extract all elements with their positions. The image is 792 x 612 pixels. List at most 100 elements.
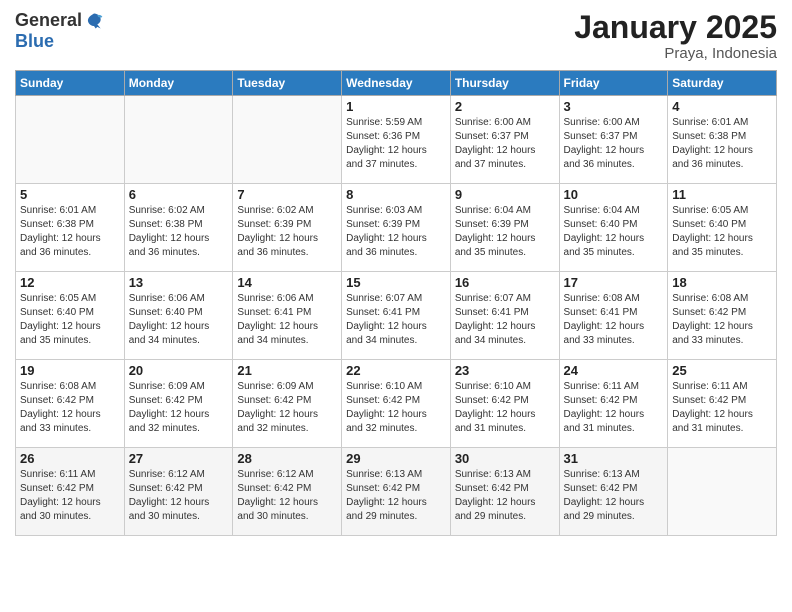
calendar-header-wednesday: Wednesday bbox=[342, 71, 451, 96]
calendar-header-sunday: Sunday bbox=[16, 71, 125, 96]
calendar-cell: 16 Sunrise: 6:07 AM Sunset: 6:41 PM Dayli… bbox=[450, 272, 559, 360]
calendar-cell: 4 Sunrise: 6:01 AM Sunset: 6:38 PM Daylig… bbox=[668, 96, 777, 184]
calendar-cell: 18 Sunrise: 6:08 AM Sunset: 6:42 PM Dayli… bbox=[668, 272, 777, 360]
calendar-cell: 28 Sunrise: 6:12 AM Sunset: 6:42 PM Dayli… bbox=[233, 448, 342, 536]
day-number: 7 bbox=[237, 187, 337, 202]
day-info: Sunrise: 6:12 AM Sunset: 6:42 PM Dayligh… bbox=[237, 468, 337, 524]
day-number: 20 bbox=[129, 363, 229, 378]
calendar-cell: 25Sunrise: 6:11 AM Sunset: 6:42 PM Dayli… bbox=[668, 360, 777, 448]
calendar-cell: 7 Sunrise: 6:02 AM Sunset: 6:39 PM Daylig… bbox=[233, 184, 342, 272]
calendar-cell: 17Sunrise: 6:08 AM Sunset: 6:41 PM Dayli… bbox=[559, 272, 668, 360]
day-number: 28 bbox=[237, 451, 337, 466]
day-info: Sunrise: 6:05 AM Sunset: 6:40 PM Dayligh… bbox=[20, 292, 120, 348]
day-number: 23 bbox=[455, 363, 555, 378]
calendar-cell: 12 Sunrise: 6:05 AM Sunset: 6:40 PM Dayli… bbox=[16, 272, 125, 360]
calendar-cell bbox=[668, 448, 777, 536]
day-number: 19 bbox=[20, 363, 120, 378]
day-number: 15 bbox=[346, 275, 446, 290]
calendar-cell: 15 Sunrise: 6:07 AM Sunset: 6:41 PM Dayli… bbox=[342, 272, 451, 360]
day-info: Sunrise: 6:07 AM Sunset: 6:41 PM Dayligh… bbox=[346, 292, 446, 348]
calendar-cell: 29Sunrise: 6:13 AM Sunset: 6:42 PM Dayli… bbox=[342, 448, 451, 536]
day-info: Sunrise: 6:00 AM Sunset: 6:37 PM Dayligh… bbox=[564, 116, 664, 172]
calendar-cell: 30 Sunrise: 6:13 AM Sunset: 6:42 PM Dayli… bbox=[450, 448, 559, 536]
day-info: Sunrise: 6:11 AM Sunset: 6:42 PM Dayligh… bbox=[20, 468, 120, 524]
day-number: 30 bbox=[455, 451, 555, 466]
page: General Blue January 2025 Praya, Indones… bbox=[0, 0, 792, 612]
day-info: Sunrise: 6:08 AM Sunset: 6:42 PM Dayligh… bbox=[20, 380, 120, 436]
day-number: 31 bbox=[564, 451, 664, 466]
day-number: 11 bbox=[672, 187, 772, 202]
calendar-cell: 1Sunrise: 5:59 AM Sunset: 6:36 PM Daylig… bbox=[342, 96, 451, 184]
day-number: 18 bbox=[672, 275, 772, 290]
day-info: Sunrise: 6:11 AM Sunset: 6:42 PM Dayligh… bbox=[672, 380, 772, 436]
calendar-cell: 10Sunrise: 6:04 AM Sunset: 6:40 PM Dayli… bbox=[559, 184, 668, 272]
day-info: Sunrise: 6:13 AM Sunset: 6:42 PM Dayligh… bbox=[564, 468, 664, 524]
calendar-cell: 21Sunrise: 6:09 AM Sunset: 6:42 PM Dayli… bbox=[233, 360, 342, 448]
calendar-week-row: 12 Sunrise: 6:05 AM Sunset: 6:40 PM Dayli… bbox=[16, 272, 777, 360]
calendar-cell: 23 Sunrise: 6:10 AM Sunset: 6:42 PM Dayli… bbox=[450, 360, 559, 448]
calendar-cell: 22 Sunrise: 6:10 AM Sunset: 6:42 PM Dayli… bbox=[342, 360, 451, 448]
day-number: 9 bbox=[455, 187, 555, 202]
calendar-table: SundayMondayTuesdayWednesdayThursdayFrid… bbox=[15, 70, 777, 536]
calendar-cell: 26 Sunrise: 6:11 AM Sunset: 6:42 PM Dayli… bbox=[16, 448, 125, 536]
calendar-cell bbox=[233, 96, 342, 184]
calendar-cell: 31 Sunrise: 6:13 AM Sunset: 6:42 PM Dayli… bbox=[559, 448, 668, 536]
day-info: Sunrise: 6:12 AM Sunset: 6:42 PM Dayligh… bbox=[129, 468, 229, 524]
day-info: Sunrise: 6:02 AM Sunset: 6:39 PM Dayligh… bbox=[237, 204, 337, 260]
day-number: 26 bbox=[20, 451, 120, 466]
logo-bird-icon bbox=[84, 11, 104, 31]
day-number: 10 bbox=[564, 187, 664, 202]
calendar-cell: 2Sunrise: 6:00 AM Sunset: 6:37 PM Daylig… bbox=[450, 96, 559, 184]
calendar-cell: 27 Sunrise: 6:12 AM Sunset: 6:42 PM Dayli… bbox=[124, 448, 233, 536]
day-number: 5 bbox=[20, 187, 120, 202]
calendar-header-tuesday: Tuesday bbox=[233, 71, 342, 96]
calendar-header-friday: Friday bbox=[559, 71, 668, 96]
day-number: 27 bbox=[129, 451, 229, 466]
day-number: 2 bbox=[455, 99, 555, 114]
day-info: Sunrise: 6:08 AM Sunset: 6:41 PM Dayligh… bbox=[564, 292, 664, 348]
calendar-header-saturday: Saturday bbox=[668, 71, 777, 96]
calendar-cell: 5Sunrise: 6:01 AM Sunset: 6:38 PM Daylig… bbox=[16, 184, 125, 272]
day-info: Sunrise: 6:05 AM Sunset: 6:40 PM Dayligh… bbox=[672, 204, 772, 260]
calendar-cell bbox=[124, 96, 233, 184]
day-number: 3 bbox=[564, 99, 664, 114]
calendar-cell: 24 Sunrise: 6:11 AM Sunset: 6:42 PM Dayli… bbox=[559, 360, 668, 448]
day-number: 14 bbox=[237, 275, 337, 290]
month-title: January 2025 bbox=[574, 10, 777, 45]
day-number: 16 bbox=[455, 275, 555, 290]
calendar-cell: 13 Sunrise: 6:06 AM Sunset: 6:40 PM Dayli… bbox=[124, 272, 233, 360]
day-number: 13 bbox=[129, 275, 229, 290]
logo: General Blue bbox=[15, 10, 104, 52]
day-info: Sunrise: 6:04 AM Sunset: 6:39 PM Dayligh… bbox=[455, 204, 555, 260]
day-info: Sunrise: 6:01 AM Sunset: 6:38 PM Dayligh… bbox=[672, 116, 772, 172]
logo-general-text: General bbox=[15, 10, 82, 31]
calendar-cell: 3 Sunrise: 6:00 AM Sunset: 6:37 PM Daylig… bbox=[559, 96, 668, 184]
day-info: Sunrise: 6:11 AM Sunset: 6:42 PM Dayligh… bbox=[564, 380, 664, 436]
day-info: Sunrise: 6:02 AM Sunset: 6:38 PM Dayligh… bbox=[129, 204, 229, 260]
day-info: Sunrise: 6:06 AM Sunset: 6:41 PM Dayligh… bbox=[237, 292, 337, 348]
day-info: Sunrise: 6:13 AM Sunset: 6:42 PM Dayligh… bbox=[455, 468, 555, 524]
logo-blue-text: Blue bbox=[15, 31, 54, 52]
calendar-cell bbox=[16, 96, 125, 184]
day-info: Sunrise: 6:10 AM Sunset: 6:42 PM Dayligh… bbox=[346, 380, 446, 436]
calendar-header-row: SundayMondayTuesdayWednesdayThursdayFrid… bbox=[16, 71, 777, 96]
calendar-header-monday: Monday bbox=[124, 71, 233, 96]
day-info: Sunrise: 6:09 AM Sunset: 6:42 PM Dayligh… bbox=[129, 380, 229, 436]
title-block: January 2025 Praya, Indonesia bbox=[574, 10, 777, 62]
calendar-cell: 8Sunrise: 6:03 AM Sunset: 6:39 PM Daylig… bbox=[342, 184, 451, 272]
day-info: Sunrise: 6:06 AM Sunset: 6:40 PM Dayligh… bbox=[129, 292, 229, 348]
day-info: Sunrise: 6:07 AM Sunset: 6:41 PM Dayligh… bbox=[455, 292, 555, 348]
day-number: 4 bbox=[672, 99, 772, 114]
day-number: 22 bbox=[346, 363, 446, 378]
calendar-cell: 19 Sunrise: 6:08 AM Sunset: 6:42 PM Dayli… bbox=[16, 360, 125, 448]
day-number: 1 bbox=[346, 99, 446, 114]
day-number: 12 bbox=[20, 275, 120, 290]
calendar-cell: 6Sunrise: 6:02 AM Sunset: 6:38 PM Daylig… bbox=[124, 184, 233, 272]
day-number: 21 bbox=[237, 363, 337, 378]
calendar-header-thursday: Thursday bbox=[450, 71, 559, 96]
day-number: 24 bbox=[564, 363, 664, 378]
location-title: Praya, Indonesia bbox=[574, 45, 777, 62]
day-info: Sunrise: 6:08 AM Sunset: 6:42 PM Dayligh… bbox=[672, 292, 772, 348]
calendar-cell: 20 Sunrise: 6:09 AM Sunset: 6:42 PM Dayli… bbox=[124, 360, 233, 448]
day-info: Sunrise: 6:10 AM Sunset: 6:42 PM Dayligh… bbox=[455, 380, 555, 436]
